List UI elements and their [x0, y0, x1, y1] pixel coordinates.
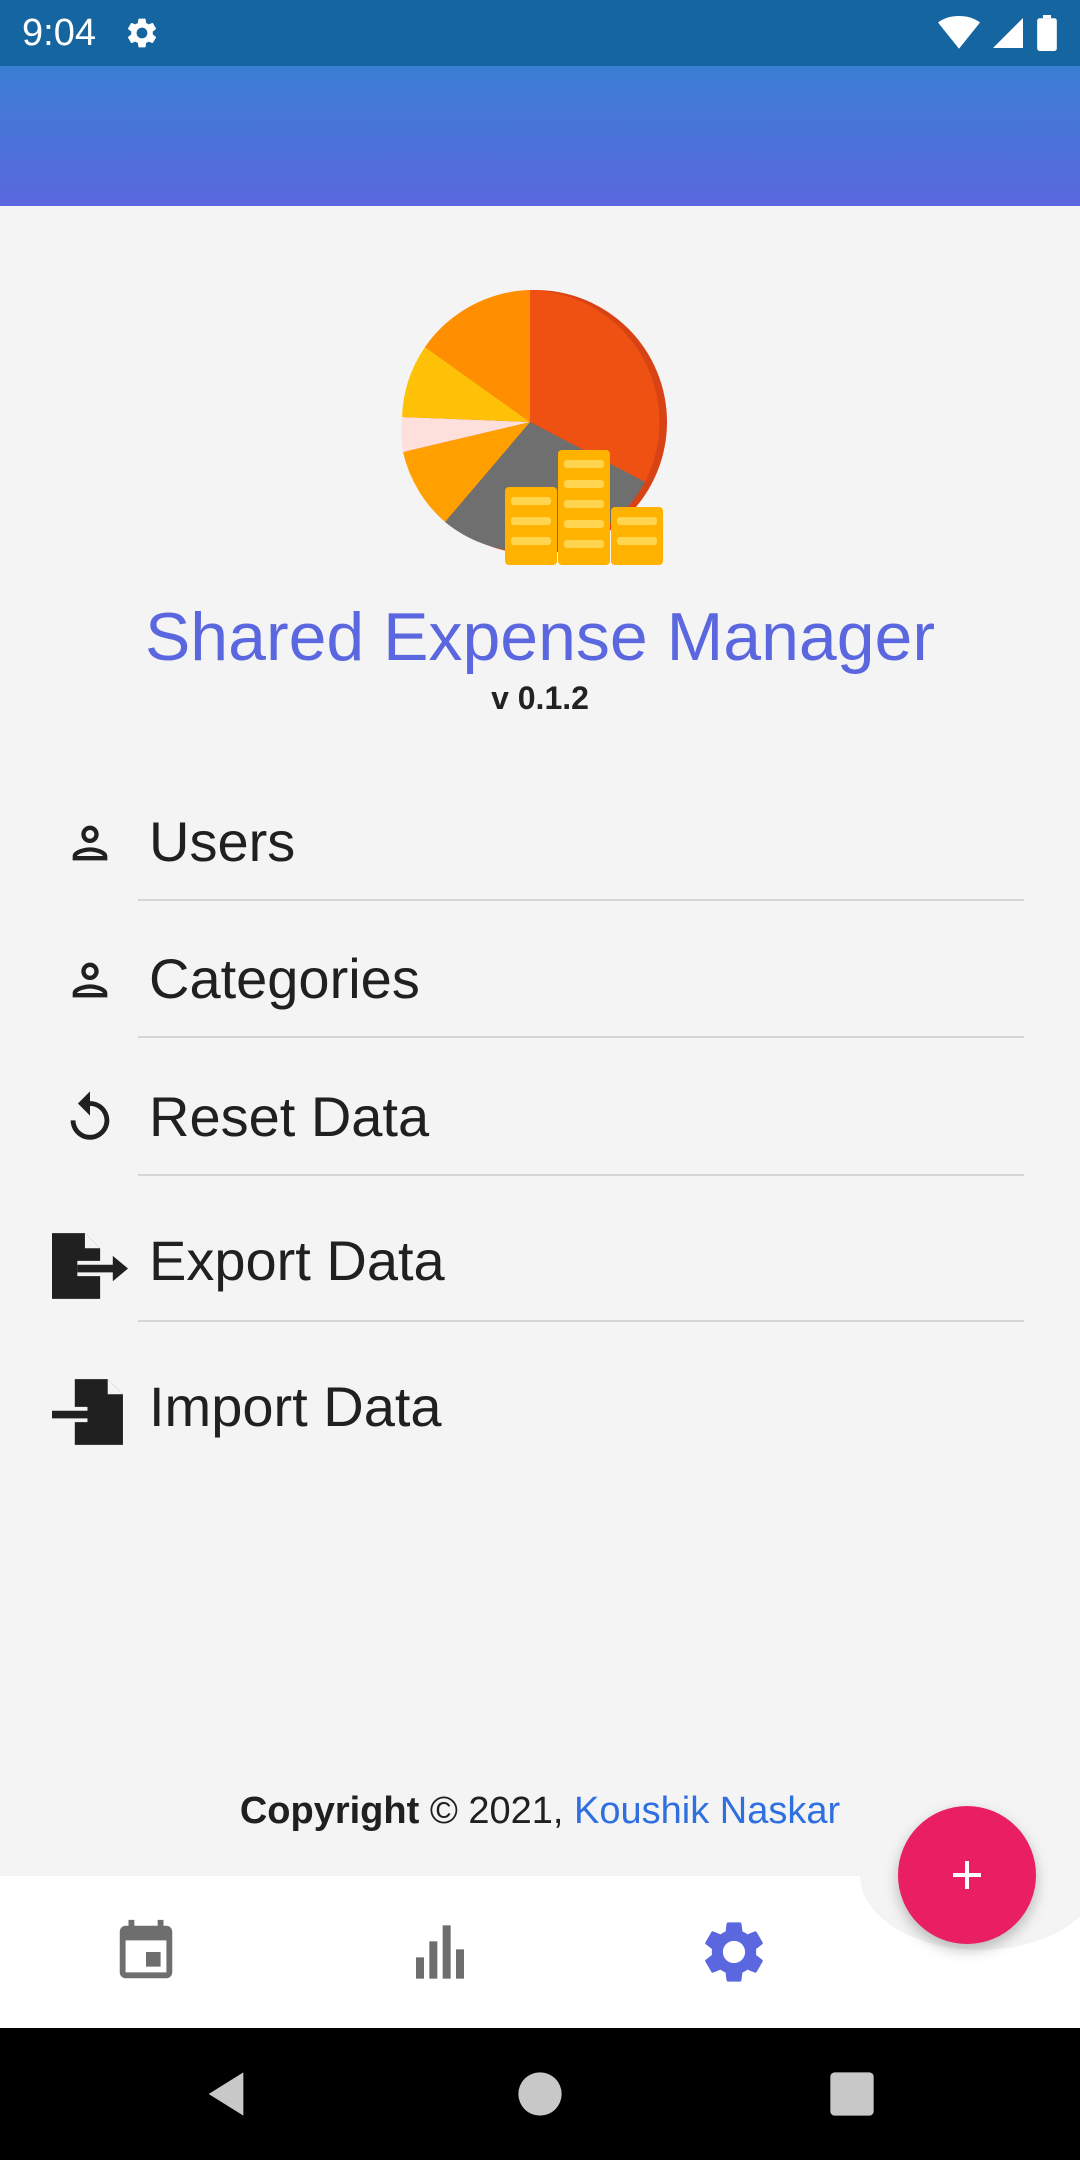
bar-chart-icon	[416, 1925, 464, 1979]
menu-item-label: Import Data	[149, 1375, 442, 1438]
app-bar	[0, 66, 1080, 206]
menu-item-label: Export Data	[149, 1229, 445, 1292]
add-expense-button[interactable]	[898, 1806, 1036, 1944]
menu-item-import-data[interactable]: Import Data	[0, 1350, 1080, 1470]
menu-item-categories[interactable]: Categories	[0, 922, 1080, 1042]
status-bar: 9:04	[0, 0, 1080, 66]
file-import-icon	[50, 1372, 130, 1452]
divider	[138, 1036, 1024, 1038]
signal-icon	[993, 18, 1023, 48]
menu-item-label: Categories	[149, 947, 420, 1010]
battery-icon	[1037, 15, 1057, 51]
back-icon[interactable]	[200, 2068, 252, 2120]
copyright-text: © 2021,	[429, 1790, 564, 1832]
app-title: Shared Expense Manager	[144, 599, 936, 675]
person-icon	[50, 803, 130, 883]
menu-item-label: Reset Data	[149, 1085, 430, 1148]
file-export-icon	[50, 1226, 130, 1306]
gear-icon	[127, 18, 156, 48]
home-icon[interactable]	[514, 2068, 566, 2120]
status-indicators	[938, 15, 1058, 51]
nav-statistics[interactable]	[403, 1915, 477, 1989]
app-version: v 0.1.2	[491, 680, 589, 716]
nav-calendar[interactable]	[109, 1915, 183, 1989]
menu-item-export-data[interactable]: Export Data	[0, 1204, 1080, 1324]
author-link[interactable]: Koushik Naskar	[574, 1790, 840, 1832]
divider	[138, 899, 1024, 901]
status-time: 9:04	[22, 11, 96, 54]
app-logo	[401, 290, 667, 565]
calendar-icon	[119, 1919, 173, 1979]
nav-settings[interactable]	[697, 1915, 771, 1989]
menu-item-label: Users	[149, 810, 296, 873]
menu-item-reset-data[interactable]: Reset Data	[0, 1060, 1080, 1180]
person-icon	[50, 940, 130, 1020]
divider	[138, 1320, 1024, 1322]
restore-icon	[50, 1078, 130, 1158]
divider	[138, 1174, 1024, 1176]
copyright-label: Copyright	[239, 1790, 420, 1832]
menu-item-users[interactable]: Users	[0, 785, 1080, 905]
plus-icon	[953, 1861, 981, 1889]
gear-icon	[705, 1922, 763, 1982]
wifi-icon	[938, 15, 980, 49]
recents-icon[interactable]	[826, 2068, 878, 2120]
